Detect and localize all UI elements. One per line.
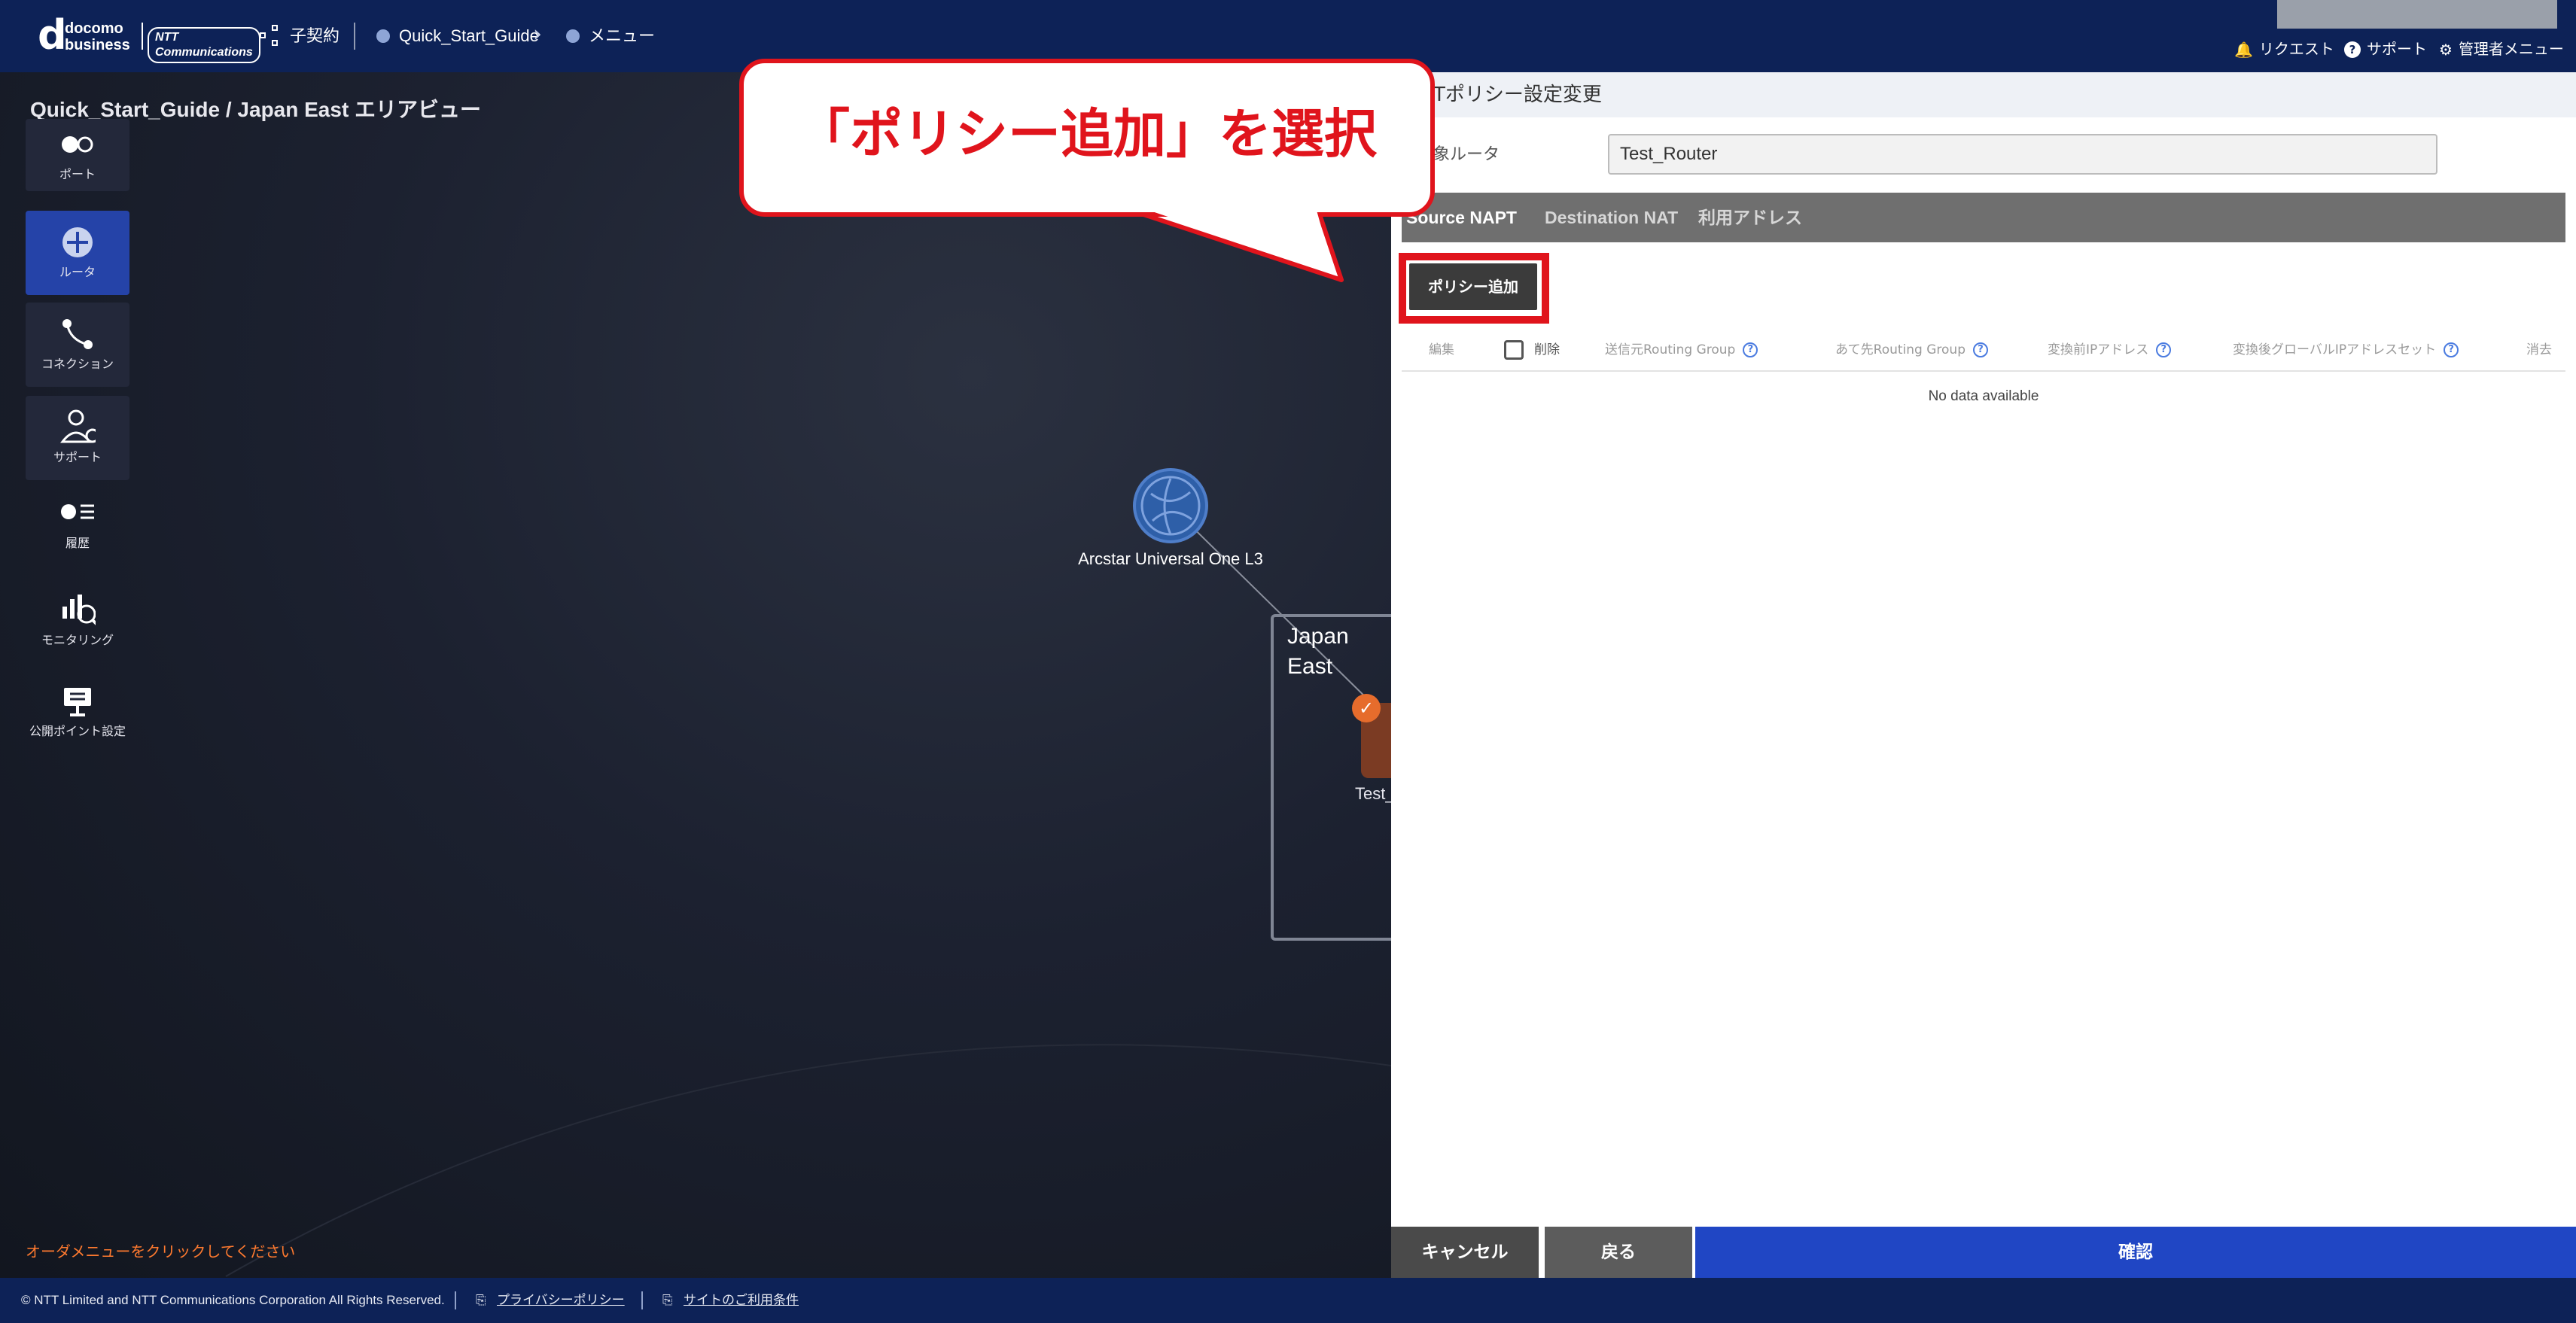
column-source-routing-group: 送信元Routing Group ? — [1605, 328, 1758, 372]
history-icon — [59, 495, 96, 531]
breadcrumb-label: メニュー — [589, 26, 656, 45]
back-button[interactable]: 戻る — [1545, 1227, 1692, 1278]
sidebar-item-public-point[interactable]: 公開ポイント設定 — [26, 674, 129, 750]
breadcrumb-item-menu[interactable]: メニュー — [566, 24, 655, 48]
sidebar-item-label: 履歴 — [65, 537, 90, 550]
column-pre-translation-ip: 変換前IPアドレス ? — [2048, 328, 2172, 372]
breadcrumb-dot-icon — [376, 29, 390, 43]
logo-line1: docomo — [65, 20, 123, 37]
admin-menu-label: 管理者メニュー — [2458, 41, 2564, 58]
contract-selector[interactable]: 子契約 — [260, 24, 340, 48]
document-icon: ⎘ — [476, 1293, 486, 1307]
admin-menu-link[interactable]: ⚙ 管理者メニュー — [2439, 39, 2564, 60]
page-footer: © NTT Limited and NTT Communications Cor… — [0, 1278, 2576, 1323]
breadcrumb-item-project[interactable]: Quick_Start_Guide — [376, 24, 539, 48]
chevron-right-icon: › — [533, 21, 542, 47]
column-destination-routing-group: あて先Routing Group ? — [1835, 328, 1988, 372]
column-label: 編集 — [1429, 342, 1454, 357]
nat-tabs: Source NAPT Destination NAT 利用アドレス — [1402, 193, 2565, 242]
sidebar-item-label: ルータ — [59, 266, 96, 279]
column-label: 送信元Routing Group — [1605, 342, 1736, 357]
header-divider — [354, 23, 355, 50]
area-label: Japan East — [1287, 624, 1349, 679]
port-icon — [59, 126, 96, 163]
tab-used-addresses[interactable]: 利用アドレス — [1698, 193, 1802, 242]
column-label: 削除 — [1534, 342, 1560, 357]
help-icon: ? — [2344, 41, 2361, 58]
org-tree-icon — [260, 25, 282, 47]
router-node-label: Test_ — [1355, 784, 1391, 803]
docomo-business-logo[interactable]: d docomo business NTT Communications — [38, 11, 260, 63]
bell-icon: 🔔 — [2234, 41, 2253, 59]
sidebar-item-label: サポート — [53, 452, 102, 464]
request-label: リクエスト — [2258, 41, 2334, 58]
sidebar-item-history[interactable]: 履歴 — [26, 486, 129, 561]
breadcrumb-dot-icon — [566, 29, 580, 43]
footer-divider — [455, 1291, 456, 1309]
help-icon[interactable]: ? — [1743, 342, 1758, 357]
checkmark-icon: ✓ — [1352, 694, 1381, 722]
sidebar-item-port[interactable]: ポート — [26, 119, 129, 191]
ntt-communications-logo: NTT Communications — [148, 27, 260, 63]
copyright-text: © NTT Limited and NTT Communications Cor… — [21, 1293, 445, 1307]
sidebar-item-router[interactable]: ルータ — [26, 211, 129, 295]
network-node-label: Arcstar Universal One L3 — [1078, 549, 1263, 568]
sidebar-item-connection[interactable]: コネクション — [26, 303, 129, 387]
order-hint-text: オーダメニューをクリックしてください — [26, 1244, 296, 1261]
policy-settings-panel: Tポリシー設定変更 象ルータ Test_Router Source NAPT D… — [1391, 72, 2576, 1278]
empty-table-message: No data available — [1928, 388, 2039, 404]
logo-wordmark: docomo business — [65, 21, 130, 53]
topology-links — [225, 505, 1391, 1277]
column-post-translation-ip-set: 変換後グローバルIPアドレスセット ? — [2233, 328, 2459, 372]
support-label: サポート — [2367, 41, 2427, 58]
cancel-button[interactable]: キャンセル — [1391, 1227, 1539, 1278]
panel-title: Tポリシー設定変更 — [1391, 72, 2576, 117]
policy-table-header: 編集 削除 送信元Routing Group ? あて先Routing Grou… — [1402, 328, 2565, 372]
privacy-policy-link[interactable]: プライバシーポリシー — [497, 1278, 625, 1323]
help-icon[interactable]: ? — [2444, 342, 2459, 357]
monitoring-icon — [59, 592, 96, 628]
help-icon[interactable]: ? — [1973, 342, 1988, 357]
target-router-field[interactable]: Test_Router — [1608, 134, 2437, 175]
terms-of-use-link[interactable]: サイトのご利用条件 — [684, 1278, 799, 1323]
logo-d-letter: d — [38, 11, 67, 59]
column-label: 変換後グローバルIPアドレスセット — [2233, 342, 2437, 357]
column-delete: 削除 — [1504, 328, 1560, 372]
sidebar-item-label: ポート — [59, 169, 96, 181]
sidebar-item-label: コネクション — [41, 358, 114, 371]
column-label: あて先Routing Group — [1835, 342, 1965, 357]
request-link[interactable]: 🔔 リクエスト — [2234, 39, 2334, 60]
account-box — [2277, 0, 2557, 29]
column-label: 消去 — [2526, 342, 2552, 357]
add-policy-button[interactable]: ポリシー追加 — [1409, 263, 1537, 310]
sidebar-item-label: モニタリング — [41, 634, 114, 647]
select-all-checkbox[interactable] — [1504, 340, 1524, 360]
sidebar-item-label: 公開ポイント設定 — [29, 725, 126, 738]
footer-divider — [641, 1291, 643, 1309]
support-link[interactable]: ? サポート — [2344, 39, 2427, 60]
connection-icon — [59, 316, 96, 352]
contract-label: 子契約 — [290, 26, 340, 45]
sidebar-item-support[interactable]: サポート — [26, 396, 129, 480]
support-icon — [59, 409, 96, 446]
panel-action-bar: キャンセル 戻る 確認 — [1391, 1227, 2576, 1278]
target-router-label: 象ルータ — [1433, 145, 1500, 164]
network-globe-icon[interactable] — [1133, 468, 1208, 543]
area-map-view[interactable]: Quick_Start_Guide / Japan East エリアビュー ポー… — [0, 72, 1391, 1278]
breadcrumb-label: Quick_Start_Guide — [399, 26, 539, 45]
logo-line2: business — [65, 37, 130, 53]
gear-icon: ⚙ — [2439, 41, 2453, 59]
logo-separator — [142, 23, 143, 50]
sidebar-item-monitoring[interactable]: モニタリング — [26, 579, 129, 662]
column-label: 変換前IPアドレス — [2048, 342, 2149, 357]
help-icon[interactable]: ? — [2156, 342, 2172, 357]
tab-destination-nat[interactable]: Destination NAT — [1545, 193, 1678, 242]
confirm-button[interactable]: 確認 — [1695, 1227, 2576, 1278]
public-point-icon — [59, 683, 96, 719]
callout-text: 「ポリシー追加」を選択 — [797, 103, 1377, 165]
column-edit: 編集 — [1429, 328, 1454, 372]
column-erase: 消去 — [2526, 328, 2552, 372]
router-icon — [59, 224, 96, 260]
document-icon: ⎘ — [662, 1293, 673, 1307]
